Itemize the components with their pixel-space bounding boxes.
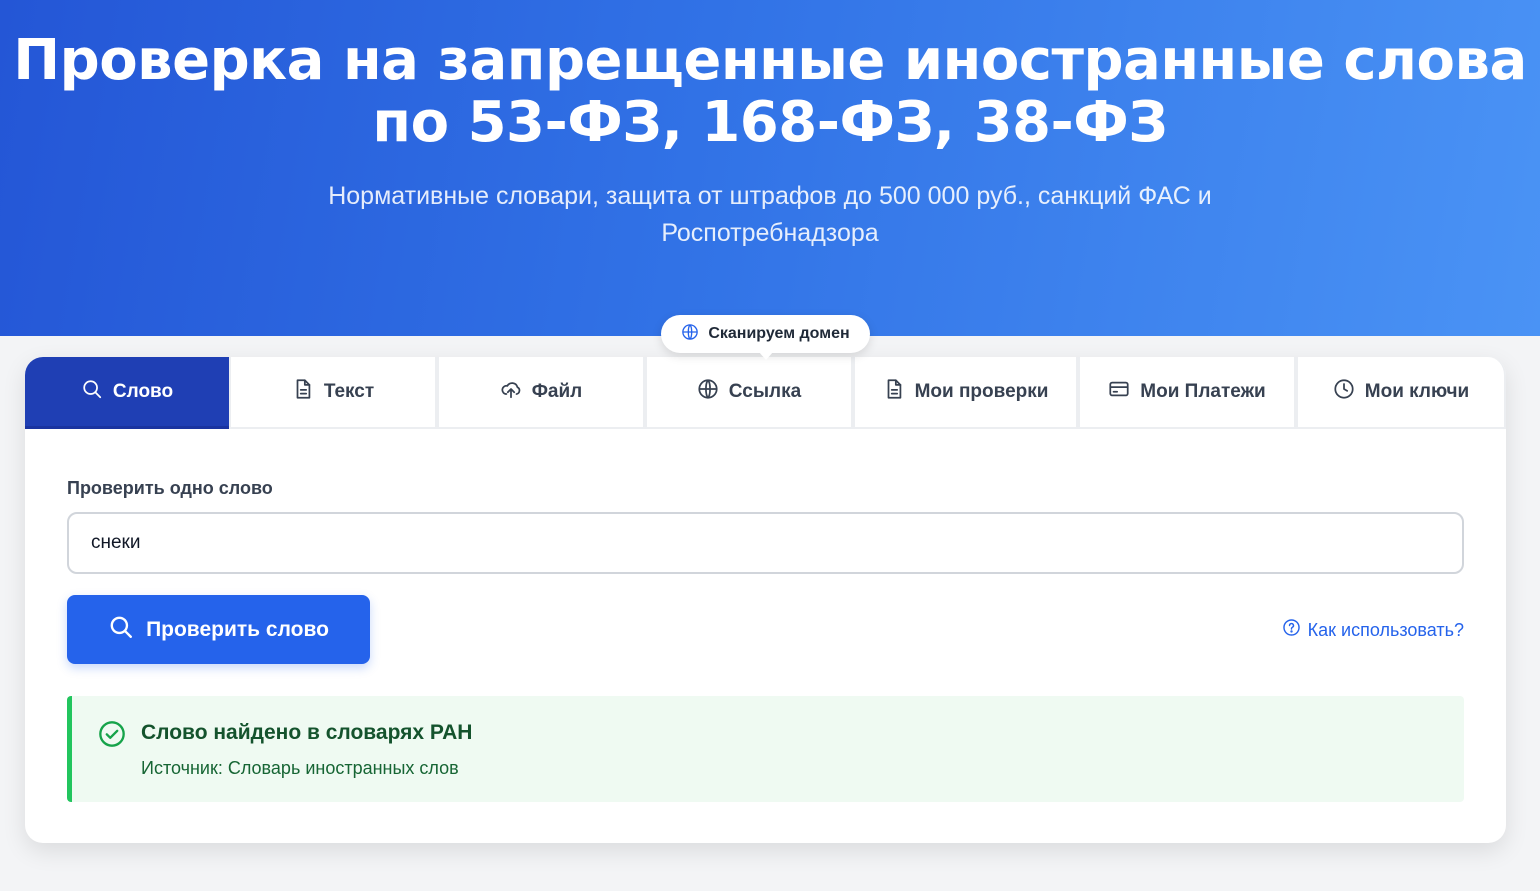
tab-text-label: Текст [323,381,375,402]
tab-word-label: Слово [112,380,174,402]
tab-link-label: Ссылка [728,381,802,402]
word-input[interactable] [67,512,1464,574]
check-word-button[interactable]: Проверить слово [67,595,370,664]
tab-my-payments-label: Мои Платежи [1140,381,1266,402]
globe-icon [681,323,699,346]
scan-domain-badge: Сканируем домен [661,315,870,360]
document-icon [883,378,905,406]
tab-file-label: Файл [531,381,583,402]
tab-my-checks[interactable]: Мои проверки [853,357,1078,429]
page-subtitle: Нормативные словари, защита от штрафов д… [270,178,1270,252]
how-to-use-label: Как использовать? [1307,619,1464,640]
check-circle-icon [98,720,126,748]
page-title-line-2: по 53-ФЗ, 168-ФЗ, 38-ФЗ [372,90,1168,155]
tab-word[interactable]: Слово [25,357,229,429]
search-icon [108,614,134,646]
document-icon [292,378,314,406]
page-subtitle-line-2: Роспотребнадзора [661,219,879,247]
tab-my-checks-label: Мои проверки [914,381,1049,402]
tab-text[interactable]: Текст [229,357,437,429]
page-subtitle-line-1: Нормативные словари, защита от штрафов д… [328,182,1212,210]
result-title: Слово найдено в словарях РАН [141,721,473,744]
page-title-line-1: Проверка на запрещенные иностранные слов… [13,28,1527,93]
how-to-use-link[interactable]: Как использовать? [1282,618,1464,642]
tab-my-keys-label: Мои ключи [1364,381,1470,402]
tab-my-payments[interactable]: Мои Платежи [1078,357,1296,429]
result-source: Источник: Словарь иностранных слов [141,758,459,778]
check-word-button-label: Проверить слово [146,617,329,641]
scan-domain-label: Сканируем домен [708,325,850,342]
credit-card-icon [1108,378,1130,406]
hero-banner: Проверка на запрещенные иностранные слов… [0,0,1540,336]
tab-bar: Слово Текст Файл Ссылка Мои проверки Мои… [25,357,1506,431]
page-title: Проверка на запрещенные иностранные слов… [0,30,1540,154]
result-alert: Слово найдено в словарях РАН Источник: С… [67,696,1464,802]
question-circle-icon [1282,618,1301,642]
checker-card: Слово Текст Файл Ссылка Мои проверки Мои… [25,357,1506,843]
search-icon [81,378,103,406]
tab-link[interactable]: Ссылка [645,357,853,429]
tab-my-keys[interactable]: Мои ключи [1296,357,1506,429]
cloud-upload-icon [500,378,522,406]
globe-icon [697,378,719,406]
tab-file[interactable]: Файл [437,357,645,429]
word-field-label: Проверить одно слово [67,478,273,498]
clock-icon [1333,378,1355,406]
